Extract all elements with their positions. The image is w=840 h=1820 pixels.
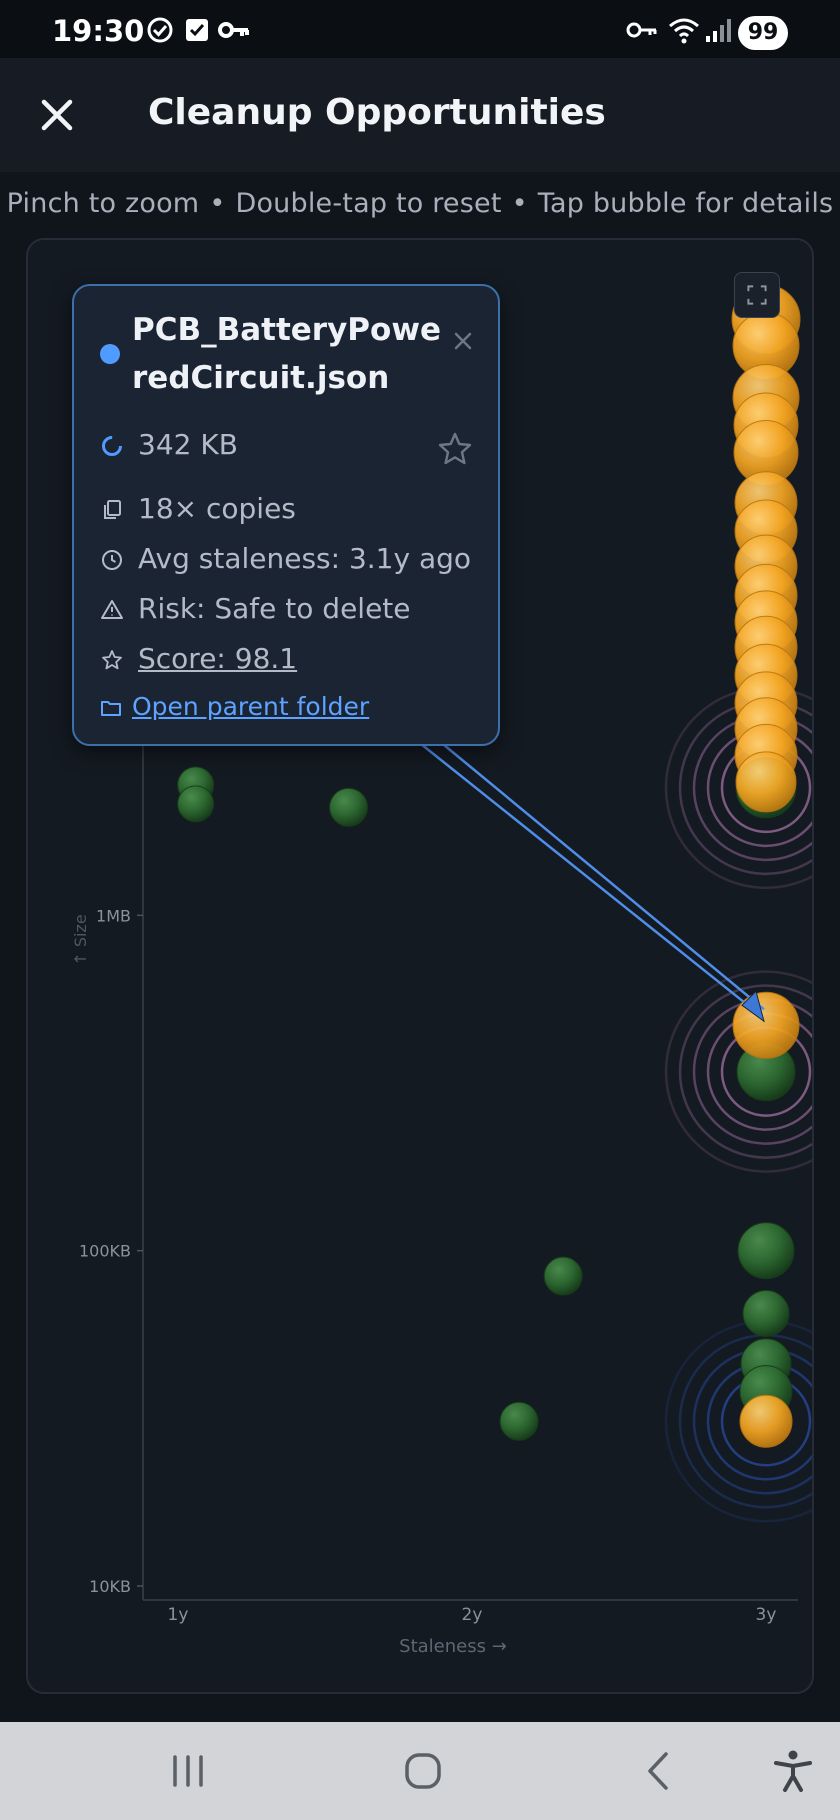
- system-nav-bar: [0, 1722, 840, 1820]
- open-parent-folder-link[interactable]: Open parent folder: [100, 692, 369, 721]
- size-ring-icon: [102, 436, 122, 456]
- fullscreen-icon[interactable]: [734, 272, 780, 318]
- y-axis-label: ↑ Size: [71, 914, 90, 965]
- file-details-tooltip: PCB_BatteryPoweredCircuit.json 342 KB 18…: [72, 284, 500, 746]
- battery-level: 99: [738, 16, 788, 50]
- risk-row: Risk: Safe to delete: [100, 592, 411, 625]
- file-size-row: 342 KB: [100, 428, 238, 461]
- file-bubble[interactable]: [177, 785, 215, 823]
- copies-row: 18× copies: [100, 492, 296, 525]
- signal-icon: [706, 19, 731, 42]
- tooltip-pointer: [415, 739, 765, 1023]
- score-link[interactable]: Score: 98.1: [138, 642, 297, 675]
- back-icon[interactable]: [634, 1746, 684, 1796]
- hint-tap: Tap bubble for details: [537, 188, 834, 219]
- vpn-key-icon: [626, 22, 657, 38]
- hint-separator: •: [209, 188, 226, 219]
- file-bubble[interactable]: [499, 1401, 539, 1441]
- file-bubble[interactable]: [742, 1289, 790, 1337]
- recents-icon[interactable]: [163, 1746, 213, 1796]
- hint-double-tap: Double-tap to reset: [235, 188, 502, 219]
- status-bar: 19:30 99: [0, 0, 840, 58]
- checkbox-icon: [186, 19, 208, 41]
- close-icon[interactable]: [448, 326, 478, 356]
- staleness-row: Avg staleness: 3.1y ago: [100, 542, 471, 575]
- star-icon: [102, 650, 122, 670]
- file-bubble[interactable]: [735, 751, 797, 813]
- check-circle-icon: [147, 17, 173, 43]
- file-bubble[interactable]: [737, 1222, 795, 1280]
- page-title: Cleanup Opportunities: [148, 92, 606, 133]
- accessibility-icon[interactable]: [768, 1746, 818, 1796]
- y-tick-label: 10KB: [89, 1577, 131, 1596]
- wifi-icon: [669, 18, 699, 44]
- file-bubble[interactable]: [329, 787, 369, 827]
- file-size: 342 KB: [138, 428, 238, 461]
- close-icon[interactable]: [28, 86, 86, 144]
- x-tick-label: 3y: [756, 1605, 777, 1625]
- hint-separator: •: [511, 188, 528, 219]
- y-tick-label: 100KB: [79, 1242, 131, 1261]
- score-row[interactable]: Score: 98.1: [100, 642, 297, 675]
- pointer-line: [415, 739, 765, 1015]
- hint-pinch: Pinch to zoom: [6, 188, 200, 219]
- file-bubble[interactable]: [543, 1256, 583, 1296]
- avg-staleness: Avg staleness: 3.1y ago: [138, 542, 472, 575]
- x-tick-label: 2y: [462, 1605, 483, 1625]
- copy-icon: [104, 500, 121, 519]
- file-bubble[interactable]: [739, 1394, 793, 1448]
- gesture-hint: Pinch to zoom • Double-tap to reset • Tap bu…: [0, 188, 840, 219]
- star-icon[interactable]: [436, 430, 474, 468]
- x-tick-label: 1y: [168, 1605, 189, 1625]
- status-time: 19:30: [52, 14, 145, 48]
- key-icon: [218, 22, 249, 38]
- folder-icon: [101, 701, 121, 716]
- open-parent-folder-label[interactable]: Open parent folder: [132, 692, 369, 721]
- app-bar: Cleanup Opportunities: [0, 58, 840, 172]
- clock-icon: [102, 550, 122, 570]
- copies-count: 18× copies: [138, 492, 296, 525]
- home-icon[interactable]: [398, 1746, 448, 1796]
- x-axis-label: Staleness →: [399, 1636, 507, 1657]
- risk-level: Risk: Safe to delete: [138, 592, 411, 625]
- category-dot: [100, 344, 120, 364]
- file-name: PCB_BatteryPoweredCircuit.json: [132, 312, 441, 396]
- y-tick-label: 1MB: [96, 906, 131, 925]
- warning-icon: [101, 600, 123, 619]
